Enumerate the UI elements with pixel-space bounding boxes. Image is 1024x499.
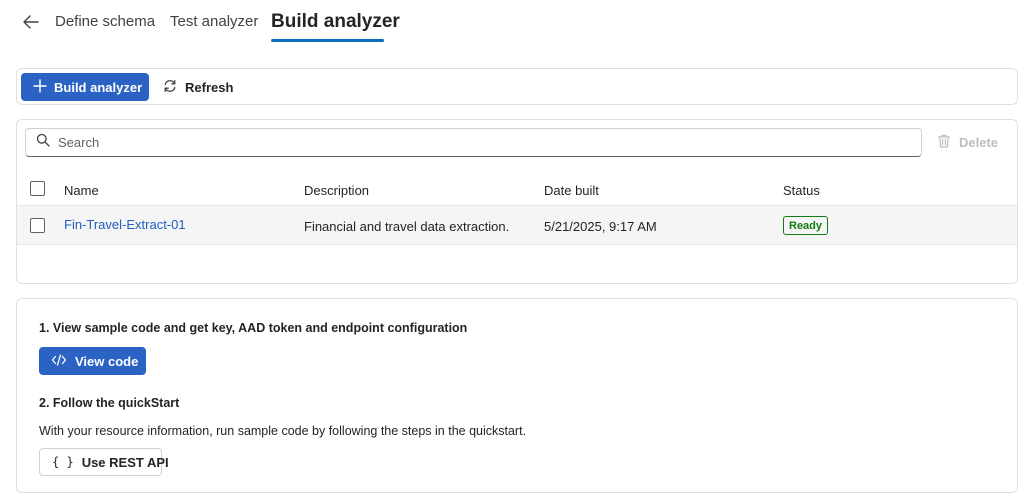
search-icon xyxy=(36,133,50,152)
top-nav: Define schema Test analyzer Build analyz… xyxy=(0,0,1024,50)
step-1-title: 1. View sample code and get key, AAD tok… xyxy=(39,321,468,335)
refresh-icon xyxy=(162,78,178,97)
toolbar: Build analyzer Refresh xyxy=(16,68,1018,105)
column-header-name[interactable]: Name xyxy=(64,183,99,198)
plus-icon xyxy=(33,78,47,96)
tab-build-analyzer[interactable]: Build analyzer xyxy=(271,11,400,33)
status-badge: Ready xyxy=(783,216,829,235)
step-2-title: 2. Follow the quickStart xyxy=(39,396,180,410)
delete-label: Delete xyxy=(959,135,999,150)
tab-test-analyzer[interactable]: Test analyzer xyxy=(170,13,258,30)
analyzer-date-built: 5/21/2025, 9:17 AM xyxy=(544,219,657,234)
braces-icon: { } xyxy=(52,455,74,469)
analyzer-table-card: Delete Name Description Date built Statu… xyxy=(16,119,1018,284)
build-analyzer-button[interactable]: Build analyzer xyxy=(21,73,149,101)
step-2-description: With your resource information, run samp… xyxy=(39,424,527,438)
use-rest-api-label: Use REST API xyxy=(81,454,169,470)
row-checkbox[interactable] xyxy=(30,218,45,233)
tab-define-schema[interactable]: Define schema xyxy=(55,13,155,30)
arrow-left-icon[interactable] xyxy=(20,11,42,33)
select-all-checkbox[interactable] xyxy=(30,181,45,196)
table-row[interactable]: Fin-Travel-Extract-01 Financial and trav… xyxy=(17,205,1017,245)
code-icon xyxy=(51,353,67,370)
quickstart-card: 1. View sample code and get key, AAD tok… xyxy=(16,298,1018,493)
delete-button[interactable]: Delete xyxy=(936,133,998,152)
view-code-button[interactable]: View code xyxy=(39,347,146,375)
refresh-label: Refresh xyxy=(185,79,234,95)
analyzer-name-link[interactable]: Fin-Travel-Extract-01 xyxy=(64,217,186,232)
search-box[interactable] xyxy=(25,128,922,157)
view-code-label: View code xyxy=(75,353,139,369)
column-header-status[interactable]: Status xyxy=(783,183,820,198)
active-tab-indicator xyxy=(271,39,384,42)
trash-icon xyxy=(936,133,952,152)
refresh-button[interactable]: Refresh xyxy=(162,73,233,101)
column-header-date-built[interactable]: Date built xyxy=(544,183,599,198)
use-rest-api-button[interactable]: { } Use REST API xyxy=(39,448,169,476)
table-header: Name Description Date built Status xyxy=(17,170,1017,206)
analyzer-description: Financial and travel data extraction. xyxy=(304,219,510,234)
build-analyzer-label: Build analyzer xyxy=(54,79,143,95)
search-input[interactable] xyxy=(58,135,878,150)
column-header-description[interactable]: Description xyxy=(304,183,369,198)
